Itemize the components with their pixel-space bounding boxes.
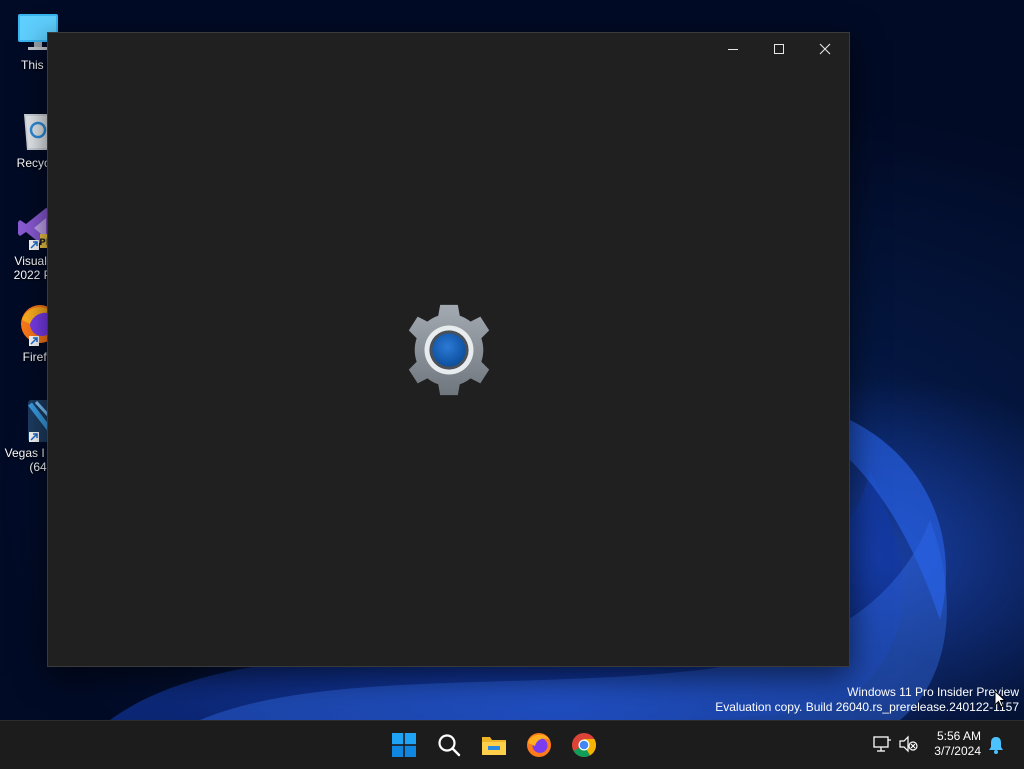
clock-date: 3/7/2024 <box>934 744 981 758</box>
network-icon[interactable] <box>872 734 894 756</box>
clock-time: 5:56 AM <box>936 729 981 743</box>
firefox-icon <box>527 733 551 757</box>
watermark-edition: Windows 11 Pro Insider Preview <box>847 685 1019 699</box>
chrome-icon <box>572 733 597 758</box>
system-tray <box>872 721 920 769</box>
search-button[interactable] <box>434 730 464 760</box>
start-button[interactable] <box>389 730 419 760</box>
folder-icon <box>482 737 506 755</box>
watermark-build: Evaluation copy. Build 26040.rs_prerelea… <box>715 700 1019 714</box>
file-explorer-button[interactable] <box>479 730 509 760</box>
minimize-icon <box>728 49 738 50</box>
windows-logo-icon <box>392 733 416 757</box>
build-watermark: Windows 11 Pro Insider Preview Evaluatio… <box>715 685 1019 715</box>
maximize-icon <box>774 44 784 54</box>
taskbar-clock[interactable]: 5:56 AM 3/7/2024 <box>934 729 981 759</box>
settings-gear-icon <box>408 304 490 396</box>
close-button[interactable] <box>802 33 848 65</box>
mouse-cursor-icon <box>994 690 1006 708</box>
minimize-button[interactable] <box>710 33 756 65</box>
search-icon <box>438 734 461 757</box>
close-icon <box>819 43 831 55</box>
bell-icon <box>989 737 1003 754</box>
taskbar: 5:56 AM 3/7/2024 <box>0 720 1024 769</box>
settings-window <box>47 32 850 667</box>
chrome-taskbar-button[interactable] <box>569 730 599 760</box>
maximize-button[interactable] <box>756 33 802 65</box>
firefox-taskbar-button[interactable] <box>524 730 554 760</box>
volume-muted-icon[interactable] <box>898 734 920 756</box>
notifications-button[interactable] <box>983 730 1009 760</box>
